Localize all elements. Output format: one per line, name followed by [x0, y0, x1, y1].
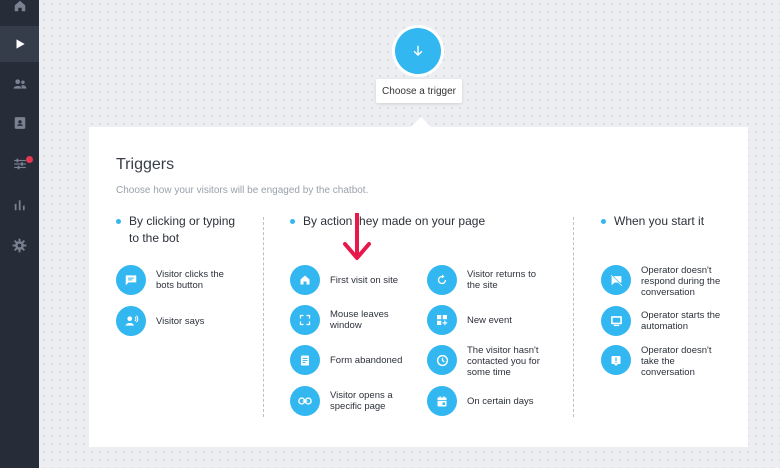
trigger-item-new-event[interactable]: New event: [427, 305, 512, 335]
trigger-item-label: First visit on site: [330, 275, 399, 286]
label-line: Visitor returns to: [467, 269, 536, 280]
label-line: Operator doesn't: [641, 345, 712, 356]
trigger-item-visitor-returns[interactable]: Visitor returns to the site: [427, 265, 536, 295]
trigger-item-operator-no-take[interactable]: Operator doesn't take the conversation: [601, 345, 711, 378]
play-icon: [16, 39, 25, 49]
label-line: Operator doesn't: [641, 265, 712, 276]
trigger-item-label: Form abandoned: [330, 355, 403, 366]
column-divider: [573, 217, 574, 417]
users-icon: [13, 79, 26, 89]
trigger-item-label: Operator doesn't take the conversation: [641, 345, 711, 378]
bullet-dot: [290, 219, 295, 224]
fullscreen-icon: [290, 305, 320, 335]
heading-line: to the bot: [129, 231, 180, 245]
nav-visitors[interactable]: [0, 66, 39, 102]
clock-icon: [427, 345, 457, 375]
trigger-item-opens-page[interactable]: Visitor opens a specific page: [290, 386, 393, 416]
alert-icon: [601, 345, 631, 375]
column-divider: [263, 217, 264, 417]
trigger-item-first-visit[interactable]: First visit on site: [290, 265, 398, 295]
trigger-item-label: The visitor hasn't contacted you for som…: [467, 345, 540, 378]
column-heading-actions: By action they made on your page: [303, 214, 486, 228]
trigger-item-visitor-clicks[interactable]: Visitor clicks the bots button: [116, 265, 224, 295]
bullet-dot: [116, 219, 121, 224]
nav-contacts[interactable]: [0, 105, 39, 141]
contacts-book-icon: [14, 117, 25, 129]
notification-badge: [26, 156, 33, 163]
choose-trigger-label[interactable]: Choose a trigger: [376, 79, 462, 103]
label-line: Visitor clicks the: [156, 269, 224, 280]
label-line: the site: [467, 280, 498, 291]
trigger-item-label: Operator doesn't respond during the conv…: [641, 265, 720, 298]
bullet-dot: [601, 219, 606, 224]
label-line: respond during the: [641, 276, 721, 287]
trigger-item-label: On certain days: [467, 396, 534, 407]
home-icon: [290, 265, 320, 295]
panel-notch: [411, 117, 431, 127]
label-line: specific page: [330, 401, 386, 412]
heading-line: By clicking or typing: [129, 214, 236, 228]
home-icon: [14, 0, 25, 12]
chat-off-icon: [601, 265, 631, 295]
gear-icon: [12, 238, 27, 252]
form-icon: [290, 345, 320, 375]
trigger-item-label: Operator starts the automation: [641, 310, 720, 332]
label-line: conversation: [641, 367, 695, 378]
sidebar: [0, 0, 39, 468]
panel-title: Triggers: [116, 156, 175, 173]
grid-plus-icon: [427, 305, 457, 335]
trigger-item-label: New event: [467, 315, 512, 326]
label-line: window: [330, 320, 362, 331]
trigger-item-not-contacted[interactable]: The visitor hasn't contacted you for som…: [427, 345, 540, 378]
label-line: The visitor hasn't: [467, 345, 539, 356]
column-heading-start: When you start it: [614, 214, 705, 228]
chat-icon: [116, 265, 146, 295]
trigger-item-label: Visitor returns to the site: [467, 269, 536, 291]
label-line: take the: [641, 356, 675, 367]
trigger-item-label: Visitor says: [156, 316, 205, 327]
label-line: Operator starts the: [641, 310, 721, 321]
nav-home[interactable]: [0, 0, 39, 24]
trigger-item-label: Visitor clicks the bots button: [156, 269, 224, 291]
trigger-item-label: Mouse leaves window: [330, 309, 389, 331]
trigger-item-certain-days[interactable]: On certain days: [427, 386, 534, 416]
trigger-item-form-abandoned[interactable]: Form abandoned: [290, 345, 402, 375]
add-trigger-button[interactable]: [395, 28, 441, 74]
trigger-item-visitor-says[interactable]: Visitor says: [116, 306, 204, 336]
trigger-item-operator-starts[interactable]: Operator starts the automation: [601, 306, 720, 336]
trigger-item-mouse-leaves[interactable]: Mouse leaves window: [290, 305, 389, 335]
nav-settings[interactable]: [0, 227, 39, 263]
label-line: automation: [641, 321, 689, 332]
red-arrow-down-icon: [343, 213, 371, 260]
calendar-icon: [427, 386, 457, 416]
label-line: conversation: [641, 287, 695, 298]
trigger-item-label: Visitor opens a specific page: [330, 390, 393, 412]
nav-chatbots[interactable]: [0, 26, 39, 62]
nav-settings-sliders[interactable]: [0, 146, 39, 182]
label-line: Visitor opens a: [330, 390, 393, 401]
person-speaking-icon: [116, 306, 146, 336]
panel-subtitle: Choose how your visitors will be engaged…: [116, 185, 369, 196]
monitor-icon: [601, 306, 631, 336]
bar-chart-icon: [14, 200, 25, 211]
link-icon: [290, 386, 320, 416]
arrow-down-icon: [413, 45, 423, 56]
refresh-icon: [427, 265, 457, 295]
label-line: contacted you for: [467, 356, 540, 367]
label-line: bots button: [156, 280, 204, 291]
label-line: Mouse leaves: [330, 309, 389, 320]
nav-analytics[interactable]: [0, 187, 39, 223]
label-line: some time: [467, 367, 511, 378]
trigger-item-operator-no-respond[interactable]: Operator doesn't respond during the conv…: [601, 265, 720, 298]
column-heading-clicking: By clicking or typing to the bot: [129, 213, 235, 247]
